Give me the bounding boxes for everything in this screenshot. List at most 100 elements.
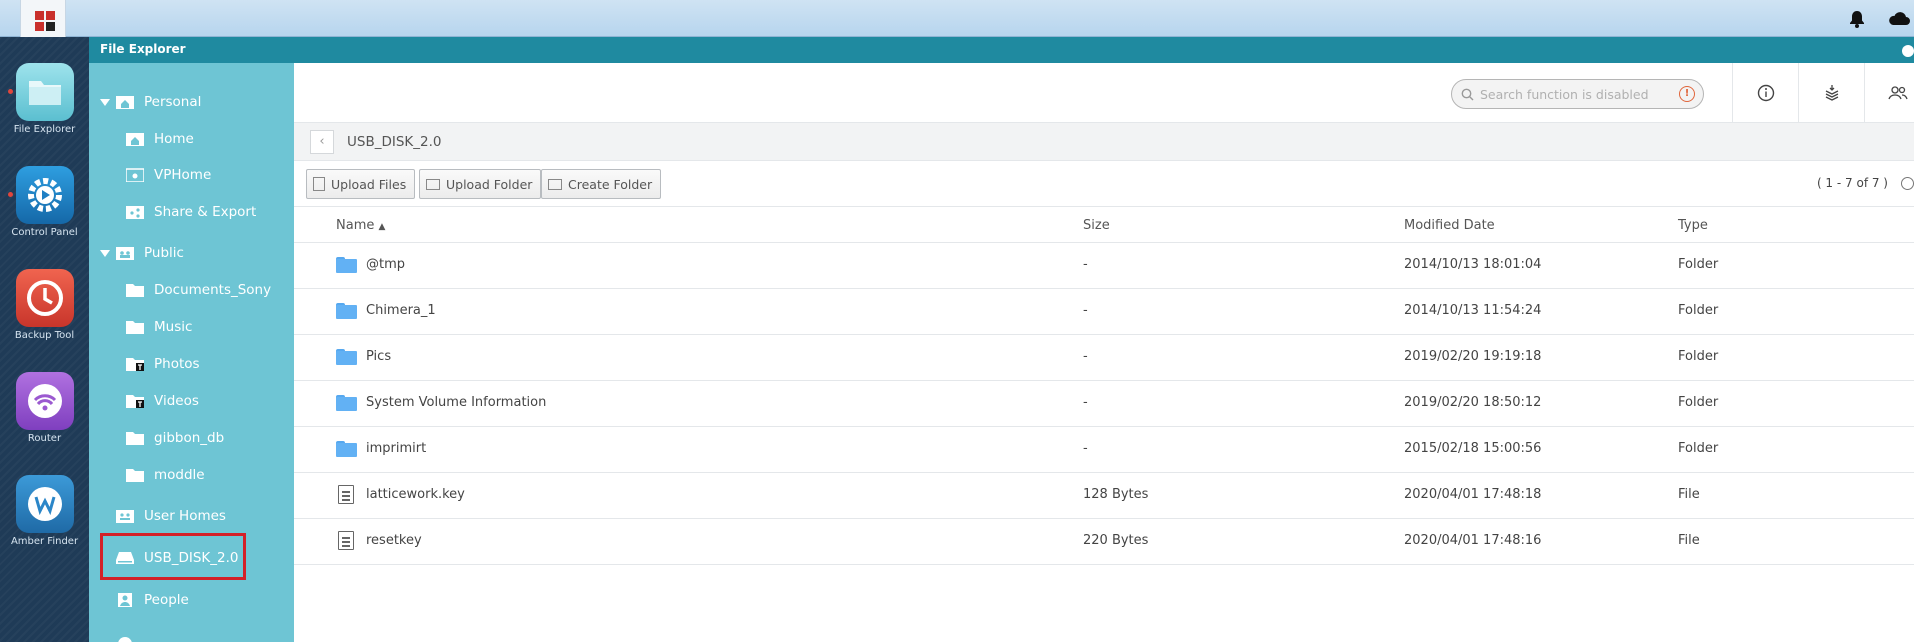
stack-icon (1825, 85, 1838, 101)
table-row[interactable]: resetkey 220 Bytes 2020/04/01 17:48:16 F… (294, 519, 1914, 565)
main-panel: ! ‹ USB_DISK_2.0 Upload Files Upload Fol… (294, 63, 1914, 642)
file-type: Folder (1678, 257, 1719, 272)
sidebar-item-personal[interactable]: Personal (89, 88, 294, 116)
refresh-icon[interactable] (1901, 177, 1914, 190)
file-type: Folder (1678, 441, 1719, 456)
dock-file-explorer[interactable]: File Explorer (0, 63, 89, 135)
users-button[interactable] (1864, 63, 1914, 123)
action-bar: Upload Files Upload Folder Create Folder… (294, 161, 1914, 207)
table-header: Name ▲ Size Modified Date Type (294, 207, 1914, 243)
upload-folder-icon (426, 178, 440, 190)
sort-asc-icon: ▲ (378, 222, 386, 232)
back-button[interactable]: ‹ (310, 130, 334, 154)
cloud-icon[interactable] (1886, 8, 1910, 30)
clock-icon (15, 269, 74, 327)
start-grid-icon (35, 11, 44, 20)
sidebar-item-user-homes[interactable]: User Homes (89, 502, 294, 530)
sidebar-item-public[interactable]: Public (89, 239, 294, 267)
file-modified: 2020/04/01 17:48:18 (1404, 487, 1542, 502)
sidebar-item-people[interactable]: People (89, 586, 294, 614)
share-icon (126, 206, 144, 219)
upload-folder-button[interactable]: Upload Folder (419, 169, 542, 199)
start-menu-button[interactable] (20, 0, 66, 37)
table-row[interactable]: @tmp - 2014/10/13 18:01:04 Folder (294, 243, 1914, 289)
taskbar (0, 0, 1914, 37)
running-indicator (8, 89, 13, 94)
file-type: Folder (1678, 395, 1719, 410)
file-size: - (1083, 303, 1088, 318)
caret-down-icon (100, 249, 110, 257)
upload-file-icon (313, 177, 325, 191)
sidebar-item-photos[interactable]: Photos (89, 350, 294, 378)
column-header-name[interactable]: Name ▲ (336, 218, 385, 233)
table-row[interactable]: System Volume Information - 2019/02/20 1… (294, 381, 1914, 427)
sidebar-item-partial[interactable] (89, 628, 294, 642)
warning-icon: ! (1679, 86, 1695, 102)
vphome-icon (126, 168, 144, 182)
file-modified: 2020/04/01 17:48:16 (1404, 533, 1542, 548)
search-icon (1461, 88, 1474, 100)
folder-icon (126, 321, 144, 334)
file-size: - (1083, 395, 1088, 410)
file-name[interactable]: imprimirt (366, 441, 426, 456)
sidebar-item-gibbon-db[interactable]: gibbon_db (89, 424, 294, 452)
info-button[interactable] (1732, 63, 1798, 123)
sidebar-item-home[interactable]: Home (89, 125, 294, 153)
column-header-modified[interactable]: Modified Date (1404, 218, 1495, 233)
wifi-icon (15, 372, 74, 430)
column-header-size[interactable]: Size (1083, 218, 1110, 233)
table-row[interactable]: latticework.key 128 Bytes 2020/04/01 17:… (294, 473, 1914, 519)
sidebar-item-moddle[interactable]: moddle (89, 461, 294, 489)
file-size: - (1083, 349, 1088, 364)
item-count: ( 1 - 7 of 7 ) (1816, 176, 1888, 190)
file-name[interactable]: @tmp (366, 257, 405, 272)
file-modified: 2019/02/20 19:19:18 (1404, 349, 1542, 364)
sidebar-item-vphome[interactable]: VPHome (89, 161, 294, 189)
file-icon (338, 531, 354, 550)
file-modified: 2014/10/13 11:54:24 (1404, 303, 1542, 318)
caret-down-icon (100, 98, 110, 106)
task-list-button[interactable] (1798, 63, 1864, 123)
sidebar-item-music[interactable]: Music (89, 313, 294, 341)
users-icon (1887, 86, 1908, 100)
folder-badge-icon (126, 395, 144, 408)
file-type: Folder (1678, 349, 1719, 364)
sidebar-item-videos[interactable]: Videos (89, 387, 294, 415)
file-name[interactable]: Chimera_1 (366, 303, 436, 318)
table-row[interactable]: imprimirt - 2015/02/18 15:00:56 Folder (294, 427, 1914, 473)
file-name[interactable]: latticework.key (366, 487, 465, 502)
info-icon (1757, 84, 1774, 102)
file-name[interactable]: Pics (366, 349, 391, 364)
column-header-type[interactable]: Type (1678, 218, 1708, 233)
window-toggle-icon[interactable] (1902, 45, 1914, 57)
folder-icon (126, 432, 144, 445)
upload-files-button[interactable]: Upload Files (306, 169, 416, 199)
folder-icon (336, 395, 357, 411)
file-type: Folder (1678, 303, 1719, 318)
home-icon (126, 133, 144, 146)
search-input[interactable] (1480, 86, 1680, 102)
home-folder-icon (116, 96, 134, 109)
user-homes-icon (116, 510, 134, 523)
folder-icon (336, 441, 357, 457)
path-bar: ‹ USB_DISK_2.0 (294, 123, 1914, 161)
sidebar-item-share-export[interactable]: Share & Export (89, 198, 294, 226)
table-row[interactable]: Pics - 2019/02/20 19:19:18 Folder (294, 335, 1914, 381)
file-size: - (1083, 257, 1088, 272)
folder-icon (336, 257, 357, 273)
window-title: File Explorer (100, 42, 186, 56)
dock-backup-tool[interactable]: Backup Tool (0, 269, 89, 341)
public-folder-icon (116, 247, 134, 260)
sidebar-item-documents-sony[interactable]: Documents_Sony (89, 276, 294, 304)
dock-amber-finder[interactable]: Amber Finder (0, 475, 89, 547)
bell-icon[interactable] (1846, 8, 1868, 30)
file-size: 220 Bytes (1083, 533, 1149, 548)
table-row[interactable]: Chimera_1 - 2014/10/13 11:54:24 Folder (294, 289, 1914, 335)
file-name[interactable]: System Volume Information (366, 395, 546, 410)
folder-icon (118, 637, 132, 642)
dock-control-panel[interactable]: Control Panel (0, 166, 89, 238)
file-name[interactable]: resetkey (366, 533, 422, 548)
selection-highlight (100, 533, 246, 580)
create-folder-button[interactable]: Create Folder (541, 169, 662, 199)
dock-router[interactable]: Router (0, 372, 89, 444)
